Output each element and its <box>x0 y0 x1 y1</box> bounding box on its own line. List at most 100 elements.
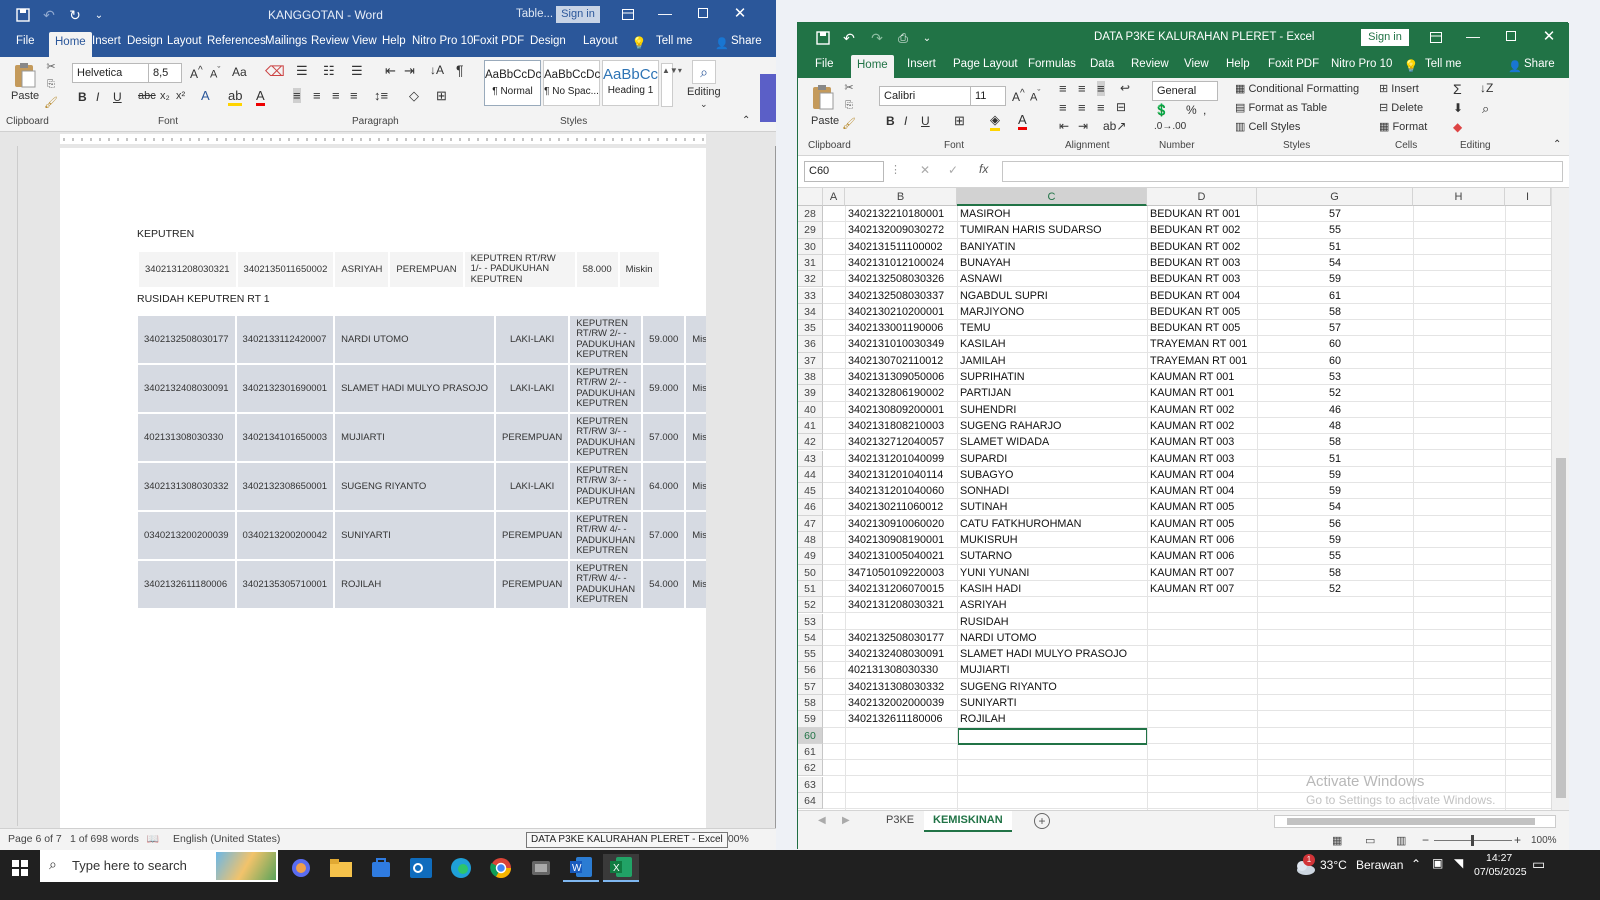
cell-a[interactable] <box>823 646 845 663</box>
taskbar-search-box[interactable]: ⌕ Type here to search <box>40 850 278 882</box>
doc-table-cell[interactable]: PEREMPUAN <box>496 561 569 608</box>
cell-c[interactable]: TEMU <box>957 320 1147 337</box>
worksheet-grid[interactable]: A B C D G H I 28 3402132210180001 MASIROH B… <box>798 188 1569 810</box>
cell-h[interactable] <box>1413 336 1505 353</box>
tab-references[interactable]: References <box>207 35 266 47</box>
excel-taskbar-icon[interactable]: X <box>603 854 639 882</box>
excel-zoom-level[interactable]: 100% <box>1531 835 1557 846</box>
row-header[interactable]: 51 <box>798 580 823 598</box>
cell-i[interactable] <box>1505 679 1551 695</box>
borders-icon[interactable]: ⊞ <box>436 88 447 104</box>
doc-table-rusidah[interactable]: 3402132508030177 3402133112420007 NARDI UT… <box>136 314 706 610</box>
align-right-icon[interactable]: ≡ <box>332 88 340 103</box>
cell-b[interactable]: 3402132508030337 <box>845 288 957 304</box>
cell-c[interactable]: RUSIDAH <box>957 614 1147 630</box>
cell-c[interactable]: SLAMET HADI MULYO PRASOJO <box>957 646 1147 663</box>
cell-i[interactable] <box>1505 630 1551 647</box>
cell-i[interactable] <box>1505 793 1551 810</box>
cell-c[interactable]: NGABDUL SUPRI <box>957 288 1147 304</box>
doc-table-cell[interactable]: SUNIYARTI <box>335 512 495 559</box>
cell-a[interactable] <box>823 565 845 581</box>
doc-table-cell[interactable]: 59.000 <box>643 365 685 412</box>
accounting-format-icon[interactable]: 💲 <box>1154 103 1169 117</box>
highlight-icon[interactable]: ab <box>228 88 243 106</box>
cell-c[interactable]: NARDI UTOMO <box>957 630 1147 647</box>
vertical-scrollbar[interactable] <box>1551 188 1569 810</box>
zoom-slider-thumb[interactable] <box>1471 835 1474 846</box>
row-header[interactable]: 47 <box>798 515 823 532</box>
cell-c[interactable]: SUNIYARTI <box>957 695 1147 712</box>
cell-h[interactable] <box>1413 516 1505 532</box>
cell-a[interactable] <box>823 222 845 239</box>
row-header[interactable]: 35 <box>798 320 823 337</box>
cell-i[interactable] <box>1505 711 1551 728</box>
styles-gallery-scroll[interactable]: ▲▼▾ <box>661 63 682 107</box>
cell-h[interactable] <box>1413 711 1505 728</box>
cell-g[interactable]: 52 <box>1257 581 1413 598</box>
cell-a[interactable] <box>823 695 845 712</box>
numbering-icon[interactable]: ☷ <box>323 63 335 79</box>
cell-c[interactable]: JAMILAH <box>957 353 1147 369</box>
xtab-home[interactable]: Home <box>851 55 894 80</box>
cell-g[interactable] <box>1257 711 1413 728</box>
cell-g[interactable] <box>1257 679 1413 695</box>
doc-table-cell[interactable]: ROJILAH <box>335 561 495 608</box>
cell-g[interactable]: 57 <box>1257 206 1413 223</box>
row-header[interactable]: 52 <box>798 597 823 614</box>
ribbon-display-icon[interactable] <box>620 6 636 22</box>
page-layout-view-icon[interactable]: ▭ <box>1365 834 1375 847</box>
cell-i[interactable] <box>1505 288 1551 304</box>
cell-a[interactable] <box>823 630 845 647</box>
cell-a[interactable] <box>823 418 845 435</box>
cell-h[interactable] <box>1413 548 1505 565</box>
doc-table-cell[interactable]: MUJIARTI <box>335 414 495 461</box>
normal-view-icon[interactable]: ▦ <box>1332 834 1342 847</box>
tab-design[interactable]: Design <box>127 35 163 47</box>
cell-a[interactable] <box>823 304 845 321</box>
doc-table-cell[interactable]: 402131308030330 <box>138 414 235 461</box>
cell-h[interactable] <box>1413 614 1505 630</box>
cell-a[interactable] <box>823 402 845 418</box>
xtab-nitro[interactable]: Nitro Pro 10 <box>1331 58 1392 70</box>
cell-h[interactable] <box>1413 320 1505 337</box>
excel-share-button[interactable]: Share <box>1524 58 1555 70</box>
cell-b[interactable]: 3402131005040021 <box>845 548 957 565</box>
weather-temperature[interactable]: 33°C <box>1320 858 1347 872</box>
doc-table-cell[interactable]: KEPUTREN RT/RW 4/- - PADUKUHAN KEPUTREN <box>570 512 642 559</box>
cell-c[interactable]: CATU FATKHUROHMAN <box>957 516 1147 532</box>
cell-h[interactable] <box>1413 662 1505 679</box>
italic-icon[interactable]: I <box>96 90 99 104</box>
cell-h[interactable] <box>1413 695 1505 712</box>
cell-a[interactable] <box>823 206 845 223</box>
cell-g[interactable] <box>1257 630 1413 647</box>
cell-h[interactable] <box>1413 271 1505 288</box>
cell-d[interactable] <box>1147 662 1257 679</box>
cell-i[interactable] <box>1505 467 1551 484</box>
tab-mailings[interactable]: Mailings <box>265 35 307 47</box>
cell-i[interactable] <box>1505 451 1551 467</box>
row-header[interactable]: 55 <box>798 646 823 663</box>
doc-table-cell[interactable]: PEREMPUAN <box>390 252 463 288</box>
doc-table-cell[interactable]: Mis <box>686 512 706 559</box>
row-header[interactable]: 53 <box>798 613 823 630</box>
excel-ribbon-display-icon[interactable] <box>1428 29 1444 45</box>
cell-g[interactable]: 59 <box>1257 271 1413 288</box>
cell-c[interactable]: SUGENG RIYANTO <box>957 679 1147 695</box>
cell-b[interactable]: 3402132508030326 <box>845 271 957 288</box>
cell-b[interactable]: 3402130702110012 <box>845 353 957 369</box>
tab-home[interactable]: Home <box>49 32 92 57</box>
shading-icon[interactable]: ◇ <box>409 88 419 104</box>
chrome-icon[interactable] <box>483 854 519 882</box>
doc-table-keputren[interactable]: 3402131208030321 3402135011650002 ASRIYAH P… <box>137 250 661 289</box>
row-header[interactable]: 57 <box>798 678 823 695</box>
cell-h[interactable] <box>1413 597 1505 614</box>
cell-g[interactable] <box>1257 728 1413 744</box>
cell-i[interactable] <box>1505 434 1551 451</box>
cell-c[interactable]: KASILAH <box>957 336 1147 353</box>
cell-g[interactable]: 61 <box>1257 288 1413 304</box>
cell-h[interactable] <box>1413 483 1505 500</box>
row-header[interactable]: 50 <box>798 564 823 581</box>
row-header[interactable]: 64 <box>798 792 823 810</box>
doc-table-cell[interactable]: NARDI UTOMO <box>335 316 495 363</box>
cell-b[interactable]: 3402132009030272 <box>845 222 957 239</box>
